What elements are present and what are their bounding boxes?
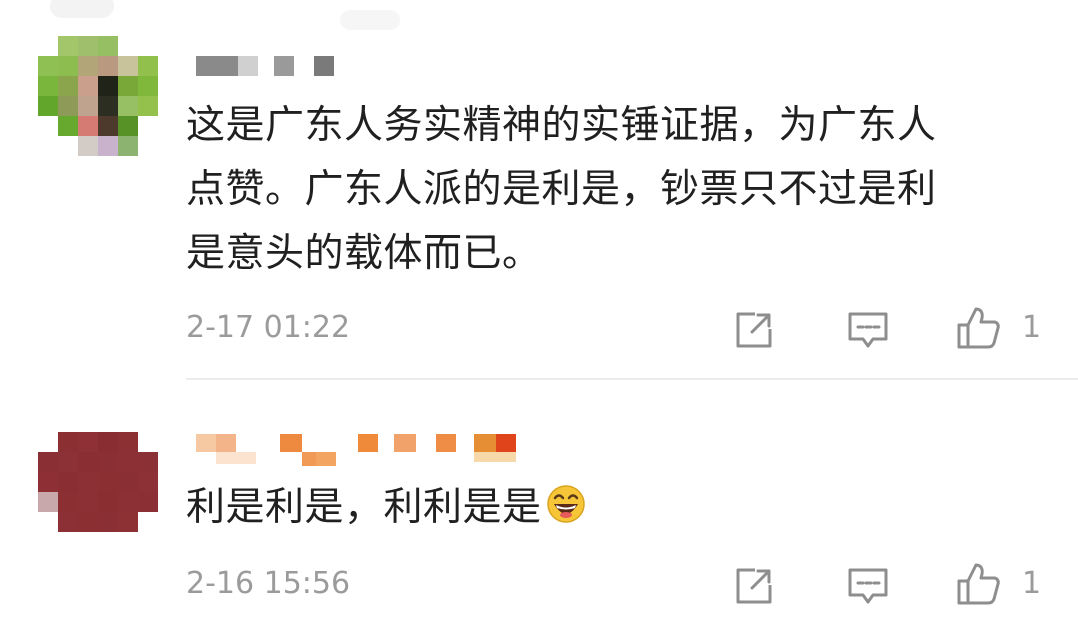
like-count: 1 [1022,566,1042,601]
username[interactable] [196,432,526,466]
divider [186,378,1078,380]
like-button[interactable] [954,304,1002,352]
thumbs-up-icon [957,307,1000,349]
like-count: 1 [1022,310,1042,345]
comment-line: 利是利是，利利是是 [186,476,586,540]
reply-button[interactable] [844,306,892,354]
like-button[interactable] [954,560,1002,608]
share-button[interactable] [730,562,778,610]
share-icon [736,312,772,348]
comment-text: 利是利是，利利是是 [186,476,586,540]
share-icon [736,568,772,604]
reply-comment-icon [848,568,888,604]
grinning-face-emoji-icon [546,485,585,523]
comment-item: 利是利是，利利是是 2-16 15:56 1 [0,0,1078,605]
share-button[interactable] [730,306,778,354]
reply-button[interactable] [844,562,892,610]
timestamp: 2-16 15:56 [186,566,351,601]
reply-comment-icon [848,312,888,348]
avatar[interactable] [38,412,158,532]
thumbs-up-icon [957,563,1000,605]
timestamp: 2-17 01:22 [186,310,351,345]
